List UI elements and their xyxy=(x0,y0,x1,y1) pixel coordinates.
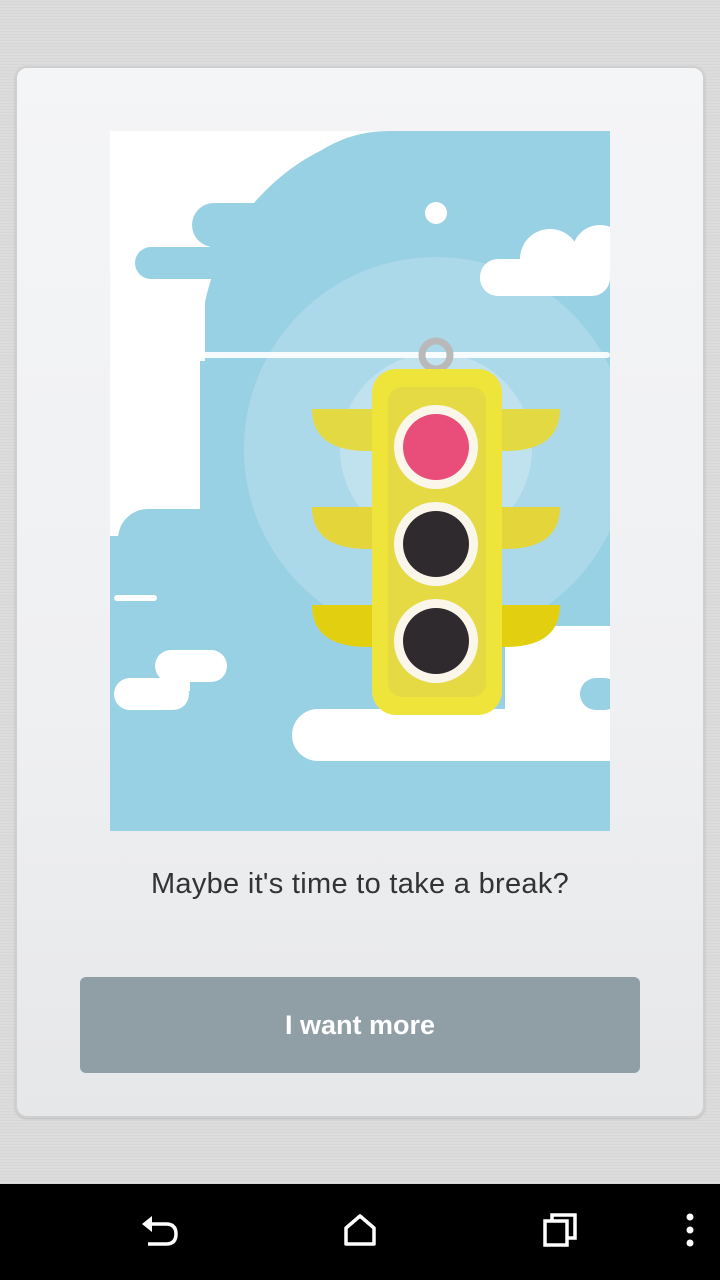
home-button[interactable] xyxy=(320,1202,400,1262)
recents-icon xyxy=(542,1212,578,1253)
back-icon xyxy=(140,1212,180,1253)
overflow-menu-button[interactable] xyxy=(650,1202,720,1262)
recents-button[interactable] xyxy=(520,1202,600,1262)
overflow-menu-icon xyxy=(685,1213,695,1252)
system-navigation-bar xyxy=(0,1184,720,1280)
traffic-light-illustration xyxy=(110,131,610,831)
back-button[interactable] xyxy=(120,1202,200,1262)
break-dialog-card: Maybe it's time to take a break? I want … xyxy=(15,66,705,1118)
break-message: Maybe it's time to take a break? xyxy=(150,868,570,900)
home-icon xyxy=(343,1213,377,1252)
i-want-more-button[interactable]: I want more xyxy=(80,977,640,1073)
